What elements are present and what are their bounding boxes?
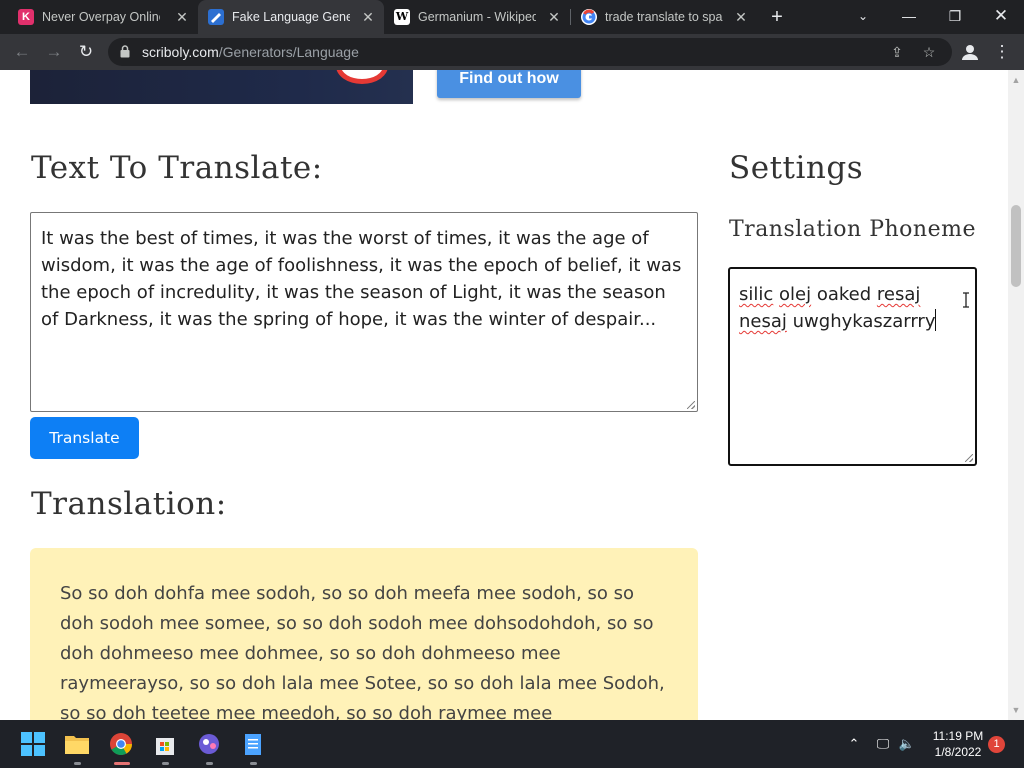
address-bar[interactable]: scriboly.com/Generators/Language ⇪ ☆ <box>108 38 952 66</box>
phoneme-word: olej <box>779 284 812 305</box>
network-icon[interactable]: 🖵 <box>874 736 892 752</box>
restore-icon[interactable]: ❐ <box>932 0 978 34</box>
translation-output: So so doh dohfa mee sodoh, so so doh mee… <box>30 548 698 720</box>
running-indicator <box>162 762 169 765</box>
translation-heading: Translation: <box>31 486 227 522</box>
tab-title: Fake Language Generator <box>232 10 350 24</box>
scroll-thumb[interactable] <box>1011 205 1021 287</box>
tab-fake-language-generator[interactable]: Fake Language Generator ✕ <box>198 0 384 34</box>
show-hidden-icons-chevron-icon[interactable]: ⌃ <box>846 736 862 752</box>
translate-button[interactable]: Translate <box>30 417 139 459</box>
wikipedia-favicon-icon: W <box>394 9 410 25</box>
tab-never-overpay[interactable]: K Never Overpay Online ✕ <box>8 0 198 34</box>
tab-title: Never Overpay Online <box>42 10 160 24</box>
phoneme-word: oaked <box>816 284 872 305</box>
close-icon[interactable]: ✕ <box>546 9 562 25</box>
browser-toolbar: ← → ↻ scriboly.com/Generators/Language ⇪… <box>0 34 1024 70</box>
close-icon[interactable]: ✕ <box>174 9 190 25</box>
resize-handle-icon[interactable] <box>687 401 695 409</box>
minimize-icon[interactable]: — <box>886 0 932 34</box>
text-caret <box>935 309 937 331</box>
file-explorer-icon[interactable] <box>64 732 90 756</box>
scriboly-favicon-icon <box>208 9 224 25</box>
forward-arrow-icon[interactable]: → <box>42 40 66 64</box>
phoneme-word: uwghykaszarrry <box>792 311 936 332</box>
scroll-down-icon[interactable]: ▼ <box>1008 702 1024 718</box>
page-content: Find out how Text To Translate: It was t… <box>0 70 1008 720</box>
bookmark-star-icon[interactable]: ☆ <box>920 43 938 61</box>
system-clock[interactable]: 11:19 PM 1/8/2022 <box>928 728 988 760</box>
media-app-icon[interactable] <box>196 732 222 756</box>
active-indicator <box>114 762 130 765</box>
notepad-icon[interactable] <box>240 732 266 756</box>
close-icon[interactable]: ✕ <box>733 9 749 25</box>
tab-title: Germanium - Wikipedia <box>418 10 536 24</box>
source-text: It was the best of times, it was the wor… <box>41 228 682 330</box>
k-favicon-icon: K <box>18 9 34 25</box>
new-tab-button[interactable]: + <box>766 7 788 27</box>
resize-handle-icon[interactable] <box>965 454 973 462</box>
notification-badge[interactable]: 1 <box>988 736 1005 753</box>
tab-search-chevron-icon[interactable]: ⌄ <box>840 0 886 34</box>
translation-phoneme-label: Translation Phoneme <box>729 217 976 242</box>
store-icon[interactable] <box>152 732 178 756</box>
browser-tab-strip: K Never Overpay Online ✕ Fake Language G… <box>0 0 1024 34</box>
chrome-icon[interactable] <box>108 732 134 756</box>
ad-banner-image[interactable] <box>30 70 413 104</box>
profile-avatar-icon[interactable] <box>958 40 982 64</box>
running-indicator <box>206 762 213 765</box>
tab-germanium-wikipedia[interactable]: W Germanium - Wikipedia ✕ <box>384 0 570 34</box>
ibeam-cursor-icon <box>963 292 969 308</box>
phoneme-word: silic <box>739 284 774 305</box>
clock-date: 1/8/2022 <box>934 745 982 759</box>
settings-heading: Settings <box>729 150 864 186</box>
clock-time: 11:19 PM <box>932 729 984 743</box>
translation-text: So so doh dohfa mee sodoh, so so doh mee… <box>60 583 665 720</box>
phoneme-word: resaj <box>876 284 921 305</box>
running-indicator <box>250 762 257 765</box>
lock-icon <box>120 45 130 58</box>
find-out-how-button[interactable]: Find out how <box>437 70 581 98</box>
page-scrollbar[interactable]: ▲ ▼ <box>1008 70 1024 720</box>
url-text: scriboly.com/Generators/Language <box>142 44 359 60</box>
tab-title: trade translate to spanish <box>605 10 723 24</box>
ad-logo-icon <box>336 70 388 84</box>
volume-icon[interactable]: 🔈 <box>898 736 916 752</box>
close-icon[interactable]: ✕ <box>360 9 376 25</box>
menu-kebab-icon[interactable]: ⋮ <box>990 40 1014 64</box>
window-close-icon[interactable]: ✕ <box>978 0 1024 34</box>
phoneme-input[interactable]: silic olej oaked resaj nesaj uwghykaszar… <box>728 267 977 466</box>
source-text-area[interactable]: It was the best of times, it was the wor… <box>30 212 698 412</box>
reload-icon[interactable]: ↻ <box>74 40 98 64</box>
windows-start-icon[interactable] <box>20 732 46 756</box>
phoneme-word: nesaj <box>739 311 787 332</box>
running-indicator <box>74 762 81 765</box>
scroll-up-icon[interactable]: ▲ <box>1008 72 1024 88</box>
text-to-translate-heading: Text To Translate: <box>31 150 323 186</box>
back-arrow-icon[interactable]: ← <box>10 40 34 64</box>
google-favicon-icon <box>581 9 597 25</box>
share-icon[interactable]: ⇪ <box>888 43 906 61</box>
tab-trade-translate[interactable]: trade translate to spanish ✕ <box>571 0 757 34</box>
windows-taskbar: ⌃ 🖵 🔈 11:19 PM 1/8/2022 <box>0 720 1024 768</box>
